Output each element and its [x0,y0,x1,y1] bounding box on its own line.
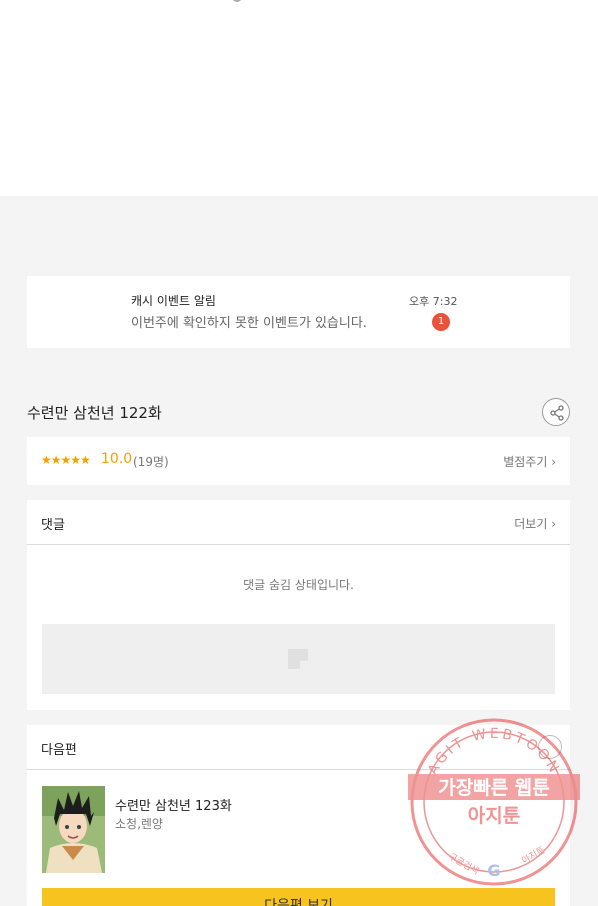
notification-message: 이번주에 확인하지 못한 이벤트가 있습니다. [131,316,367,331]
event-notification[interactable]: 캐시 이벤트 알림 이번주에 확인하지 못한 이벤트가 있습니다. 오후 7:3… [27,276,570,348]
share-button[interactable] [542,398,570,426]
watermark-stamp: AGIT WEBTOON 가장빠른 웹툰 아지툰 구글검색 아지툰 G [408,718,580,886]
comments-hidden-message: 댓글 숨김 상태입니다. [243,578,354,592]
svg-text:아지툰: 아지툰 [520,845,547,867]
rating-count: (19명) [133,455,169,469]
svg-text:G: G [487,861,500,880]
next-episode-title: 수련만 삼천년 123화 [115,799,232,814]
svg-text:AGIT WEBTOON: AGIT WEBTOON [425,726,563,778]
notification-badge: 1 [432,313,450,331]
next-episode-section-title: 다음편 [41,743,77,758]
next-episode-thumbnail[interactable] [42,786,105,873]
share-icon [550,405,564,421]
image-edge-glyph [232,0,242,2]
ad-placeholder[interactable] [42,624,555,694]
next-episode-authors: 소청,렌양 [115,817,163,831]
rating-score: 10.0 [101,451,133,467]
star-rating-icon: ★★★★★ [41,453,91,467]
comments-section: 댓글 더보기 › 댓글 숨김 상태입니다. [27,500,570,710]
svg-text:가장빠른 웹툰: 가장빠른 웹툰 [438,777,550,799]
comments-title: 댓글 [41,518,65,533]
viewer-image-area [0,0,598,196]
episode-title: 수련만 삼천년 122화 [27,404,162,422]
comments-header: 댓글 더보기 › [27,500,570,545]
rate-button[interactable]: 별점주기 › [503,453,556,470]
comments-more-link[interactable]: 더보기 › [514,515,556,532]
next-episode-button[interactable]: 다음편 보기 [42,888,555,906]
rating-bar: ★★★★★ 10.0 (19명) 별점주기 › [27,437,570,485]
notification-time: 오후 7:32 [409,295,458,308]
svg-text:아지툰: 아지툰 [468,805,520,827]
ad-placeholder-icon [288,649,308,669]
notification-title: 캐시 이벤트 알림 [131,294,216,308]
